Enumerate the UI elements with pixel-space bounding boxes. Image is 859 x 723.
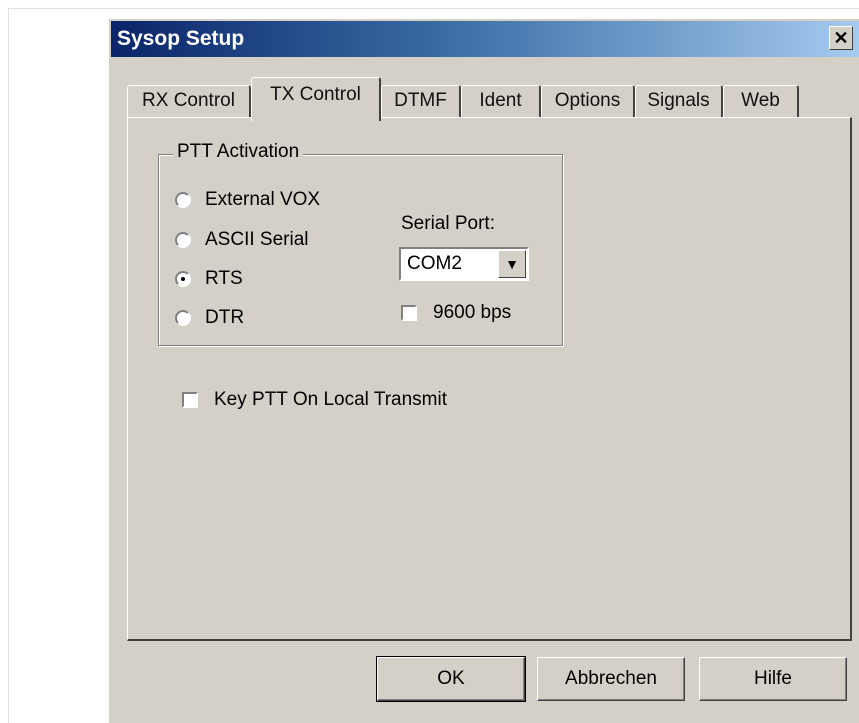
window-title: Sysop Setup — [117, 27, 245, 50]
chevron-down-icon: ▼ — [505, 256, 519, 272]
help-button[interactable]: Hilfe — [699, 657, 847, 701]
checkbox-label: Key PTT On Local Transmit — [214, 389, 448, 410]
cancel-button[interactable]: Abbrechen — [537, 657, 685, 701]
radio-rts[interactable]: RTS — [175, 266, 243, 292]
serial-port-label: Serial Port: — [401, 213, 495, 234]
checkbox-key-ptt-local-transmit[interactable]: Key PTT On Local Transmit — [182, 388, 447, 412]
tab-strip: RX Control TX Control DTMF Ident Options… — [127, 77, 829, 121]
tab-rx-control[interactable]: RX Control — [127, 85, 251, 117]
sysop-setup-dialog: Sysop Setup ✕ RX Control TX Control DTMF… — [108, 18, 859, 723]
ptt-activation-legend: PTT Activation — [173, 141, 304, 163]
serial-port-select[interactable]: COM2 ▼ — [399, 247, 529, 281]
radio-label: DTR — [205, 307, 245, 328]
radio-label: RTS — [205, 268, 243, 289]
tab-signals[interactable]: Signals — [635, 85, 723, 117]
radio-external-vox[interactable]: External VOX — [175, 187, 320, 213]
checkbox-9600-bps[interactable]: 9600 bps — [401, 301, 511, 325]
tab-options[interactable]: Options — [541, 85, 635, 117]
checkbox-icon[interactable] — [182, 391, 198, 408]
ok-button[interactable]: OK — [376, 656, 526, 702]
close-icon: ✕ — [833, 28, 849, 48]
radio-label: External VOX — [205, 189, 321, 210]
ptt-activation-group: PTT Activation External VOX ASCII Serial… — [158, 141, 563, 346]
tab-tx-control[interactable]: TX Control — [251, 77, 381, 121]
tx-control-panel: PTT Activation External VOX ASCII Serial… — [127, 117, 852, 641]
tab-web[interactable]: Web — [723, 85, 799, 117]
dropdown-arrow-button[interactable]: ▼ — [498, 250, 526, 278]
radio-ascii-serial[interactable]: ASCII Serial — [175, 227, 308, 253]
title-bar[interactable]: Sysop Setup ✕ — [111, 21, 859, 57]
tab-ident[interactable]: Ident — [461, 85, 541, 117]
radio-label: ASCII Serial — [205, 229, 309, 250]
radio-dtr[interactable]: DTR — [175, 305, 244, 331]
checkbox-label: 9600 bps — [433, 302, 512, 323]
radio-icon[interactable] — [175, 231, 191, 248]
close-button[interactable]: ✕ — [829, 26, 853, 50]
tab-dtmf[interactable]: DTMF — [381, 85, 461, 117]
radio-icon[interactable] — [175, 309, 191, 326]
radio-icon[interactable] — [175, 191, 191, 208]
radio-icon-selected[interactable] — [175, 270, 191, 287]
serial-port-value: COM2 — [407, 253, 462, 274]
checkbox-icon[interactable] — [401, 304, 417, 321]
